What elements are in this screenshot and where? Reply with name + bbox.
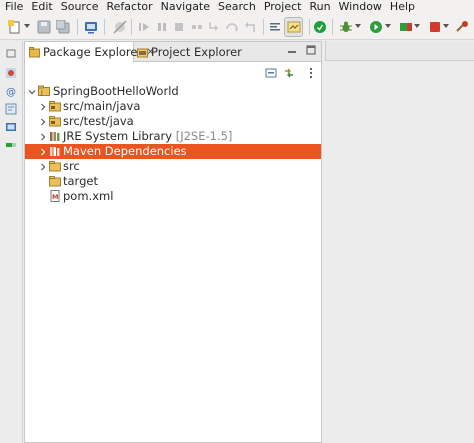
tab-project-explorer[interactable]: Project Explorer <box>135 42 253 62</box>
view-toolbar <box>25 63 321 83</box>
maven-pom-icon: M <box>49 190 61 202</box>
tree-item-label: Maven Dependencies <box>63 144 187 158</box>
menu-project[interactable]: Project <box>259 0 305 14</box>
declaration-icon[interactable] <box>5 103 17 115</box>
suspend-icon[interactable] <box>155 20 169 34</box>
library-icon <box>49 130 61 142</box>
tree-item-src-test-java[interactable]: src/test/java <box>25 114 321 129</box>
skip-breakpoints-icon[interactable] <box>113 20 127 34</box>
chevron-down-icon[interactable] <box>28 88 36 96</box>
stop-dropdown-icon[interactable] <box>443 24 449 28</box>
minimize-icon[interactable] <box>287 45 297 55</box>
collapse-all-icon[interactable] <box>265 67 277 79</box>
debug-dropdown-icon[interactable] <box>355 24 361 28</box>
source-folder-icon <box>49 100 61 112</box>
menu-help[interactable]: Help <box>385 0 418 14</box>
svg-text:M: M <box>52 193 58 201</box>
main-toolbar <box>0 14 474 40</box>
java-project-icon: J <box>38 85 50 97</box>
chevron-right-icon[interactable] <box>39 103 47 111</box>
debug-icon[interactable] <box>339 20 353 34</box>
tree-item-label: target <box>63 174 98 188</box>
menu-window[interactable]: Window <box>334 0 385 14</box>
restore-icon[interactable] <box>5 48 17 60</box>
folder-icon <box>49 175 61 187</box>
console-icon[interactable] <box>5 121 17 133</box>
type-hierarchy-icon[interactable] <box>5 67 17 79</box>
tree-item-jre-system-library[interactable]: JRE System Library [J2SE-1.5] <box>25 129 321 144</box>
open-console-icon[interactable] <box>84 20 98 34</box>
tree-item-label: src/test/java <box>63 114 134 128</box>
view-tab-bar: Package Explorer ✕ Project Explorer <box>25 42 321 62</box>
chevron-right-icon[interactable] <box>39 163 47 171</box>
toggle-breadcrumb-icon[interactable] <box>287 20 301 34</box>
menu-navigate[interactable]: Navigate <box>156 0 213 14</box>
folder-icon <box>49 160 61 172</box>
menu-search[interactable]: Search <box>213 0 259 14</box>
tree-item-project[interactable]: J SpringBootHelloWorld <box>25 84 321 99</box>
package-explorer-icon <box>29 46 40 58</box>
resume-icon[interactable] <box>137 20 151 34</box>
run-dropdown-icon[interactable] <box>385 24 391 28</box>
library-icon <box>49 145 61 157</box>
javadoc-icon[interactable]: @ <box>5 85 17 97</box>
step-into-icon[interactable] <box>207 20 221 34</box>
menu-source[interactable]: Source <box>56 0 102 14</box>
tree-item-label: JRE System Library [J2SE-1.5] <box>63 129 232 144</box>
library-name: JRE System Library <box>63 129 173 143</box>
tree-item-label: src <box>63 159 80 173</box>
step-return-icon[interactable] <box>243 20 257 34</box>
maximize-icon[interactable] <box>306 45 316 55</box>
tab-package-explorer[interactable]: Package Explorer ✕ <box>25 42 155 62</box>
tab-label: Project Explorer <box>151 45 242 59</box>
menu-refactor[interactable]: Refactor <box>102 0 156 14</box>
project-explorer-icon <box>137 47 148 58</box>
progress-icon[interactable] <box>5 139 17 151</box>
external-tools-icon[interactable] <box>455 20 469 34</box>
chevron-right-icon[interactable] <box>39 133 47 141</box>
menu-bar: File Edit Source Refactor Navigate Searc… <box>0 0 474 14</box>
tree-item-maven-dependencies[interactable]: Maven Dependencies <box>25 144 321 159</box>
package-explorer-view: Package Explorer ✕ Project Explorer J Sp… <box>24 41 322 443</box>
tree-item-pom-xml[interactable]: M pom.xml <box>25 189 321 204</box>
menu-file[interactable]: File <box>0 0 26 14</box>
tree-item-target[interactable]: target <box>25 174 321 189</box>
view-menu-icon[interactable] <box>305 67 317 79</box>
tree-item-label: SpringBootHelloWorld <box>53 84 179 98</box>
svg-text:J: J <box>40 90 43 97</box>
tree-item-label: src/main/java <box>63 99 141 113</box>
tree-item-label: pom.xml <box>63 189 114 203</box>
disconnect-icon[interactable] <box>190 20 204 34</box>
left-trim-stack: @ <box>0 41 23 443</box>
spring-boot-dashboard-icon[interactable] <box>313 20 327 34</box>
tab-label: Package Explorer <box>43 45 143 59</box>
new-icon[interactable] <box>8 20 22 34</box>
run-icon[interactable] <box>369 20 383 34</box>
terminate-icon[interactable] <box>172 20 186 34</box>
toggle-mark-occurrences-icon[interactable] <box>268 20 282 34</box>
coverage-icon[interactable] <box>399 20 413 34</box>
save-icon[interactable] <box>37 20 51 34</box>
step-over-icon[interactable] <box>225 20 239 34</box>
tree-item-src-main-java[interactable]: src/main/java <box>25 99 321 114</box>
save-all-icon[interactable] <box>56 20 70 34</box>
svg-text:@: @ <box>6 87 16 97</box>
tree-item-src[interactable]: src <box>25 159 321 174</box>
source-folder-icon <box>49 115 61 127</box>
editor-area <box>323 41 474 443</box>
stop-icon[interactable] <box>428 20 442 34</box>
chevron-right-icon[interactable] <box>39 118 47 126</box>
menu-edit[interactable]: Edit <box>26 0 55 14</box>
chevron-right-icon[interactable] <box>39 148 47 156</box>
library-version-decoration: [J2SE-1.5] <box>175 129 233 143</box>
coverage-dropdown-icon[interactable] <box>414 24 420 28</box>
menu-run[interactable]: Run <box>304 0 333 14</box>
editor-tab-bar <box>325 41 474 61</box>
link-with-editor-icon[interactable] <box>283 67 295 79</box>
new-dropdown-icon[interactable] <box>24 24 30 28</box>
